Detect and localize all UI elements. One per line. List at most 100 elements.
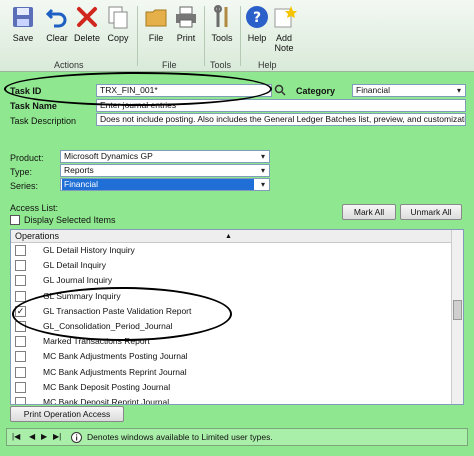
svg-text:?: ? [253, 10, 261, 26]
item-checkbox[interactable] [15, 336, 26, 348]
clear-button[interactable]: Clear [42, 4, 72, 43]
list-scrollbar[interactable] [451, 230, 463, 404]
item-checkbox[interactable] [15, 260, 26, 272]
add-note-label-2: Note [274, 43, 294, 53]
category-select[interactable]: Financial ▾ [352, 84, 466, 97]
scrollbar-thumb[interactable] [453, 300, 462, 320]
group-tools-label: Tools [210, 60, 232, 70]
unmark-all-button[interactable]: Unmark All [400, 204, 462, 220]
list-item[interactable]: GL Detail Inquiry [11, 258, 463, 273]
tools-label: Tools [211, 33, 233, 43]
item-label: MC Bank Adjustments Reprint Journal [43, 366, 187, 377]
type-select[interactable]: Reports ▾ [60, 164, 270, 177]
item-label: MC Bank Deposit Reprint Journal [43, 396, 170, 405]
help-label: Help [247, 33, 267, 43]
help-icon: ? [246, 6, 268, 28]
annotation-ellipse-gl-rows [12, 287, 232, 341]
list-item[interactable]: GL Detail History Inquiry [11, 243, 463, 258]
annotation-ellipse-task-id [4, 72, 272, 106]
info-icon [71, 432, 82, 443]
delete-label: Delete [73, 33, 100, 43]
display-selected-label: Display Selected Items [24, 215, 116, 225]
copy-icon [108, 6, 128, 29]
task-description-label: Task Description [10, 116, 77, 126]
save-button[interactable]: Save [8, 4, 38, 43]
list-item[interactable]: MC Bank Deposit Posting Journal [11, 380, 463, 395]
print-icon [176, 6, 196, 28]
lookup-icon[interactable] [274, 84, 286, 96]
next-record-icon[interactable]: ▶ [41, 432, 47, 441]
first-record-icon[interactable]: |◀ [12, 432, 20, 441]
separator [204, 6, 205, 66]
item-checkbox[interactable] [15, 275, 26, 287]
file-label: File [148, 33, 164, 43]
clear-icon [45, 8, 67, 28]
item-label: MC Bank Adjustments Posting Journal [43, 351, 188, 362]
access-list-label: Access List: [10, 203, 59, 213]
add-note-label-1: Add [275, 33, 292, 43]
item-label: MC Bank Deposit Posting Journal [43, 381, 171, 392]
status-bar: |◀ ◀ ▶ ▶| Denotes windows available to L… [6, 428, 468, 446]
add-note-button[interactable]: Add Note [270, 4, 298, 53]
delete-button[interactable]: Delete [72, 4, 102, 43]
item-label: GL Detail History Inquiry [43, 245, 135, 255]
print-button[interactable]: Print [172, 4, 200, 43]
operations-header-label: Operations [15, 231, 60, 241]
print-operation-access-button[interactable]: Print Operation Access [10, 406, 124, 422]
type-value: Reports [64, 165, 94, 175]
separator [137, 6, 138, 66]
sort-ascending-icon: ▲ [225, 233, 232, 240]
series-label: Series: [10, 181, 39, 191]
save-label: Save [12, 33, 34, 43]
print-label: Print [176, 33, 196, 43]
series-value: Financial [62, 179, 254, 190]
chevron-down-icon: ▾ [260, 180, 265, 189]
product-label: Product: [10, 153, 44, 163]
product-select[interactable]: Microsoft Dynamics GP ▾ [60, 150, 270, 163]
tools-button[interactable]: Tools [208, 4, 236, 43]
operations-column-header[interactable]: Operations ▲ [11, 230, 463, 243]
item-checkbox[interactable] [15, 245, 26, 256]
chevron-down-icon: ▾ [456, 86, 461, 95]
task-name-label: Task Name [10, 101, 57, 111]
item-checkbox[interactable] [15, 351, 26, 363]
type-label: Type: [10, 167, 33, 177]
item-label: GL Detail Inquiry [43, 260, 106, 271]
chevron-down-icon: ▾ [260, 166, 265, 175]
item-checkbox[interactable] [15, 396, 26, 404]
clear-label: Clear [46, 33, 68, 43]
series-select[interactable]: Financial ▾ [60, 178, 270, 191]
save-icon [13, 7, 33, 27]
group-help-label: Help [258, 60, 277, 70]
file-button[interactable]: File [142, 4, 170, 43]
category-label: Category [296, 86, 336, 96]
task-description-field[interactable]: Does not include posting. Also includes … [96, 113, 466, 126]
list-item[interactable]: MC Bank Adjustments Reprint Journal [11, 365, 463, 380]
copy-label: Copy [107, 33, 129, 43]
delete-icon [77, 7, 97, 27]
add-note-icon [274, 6, 297, 28]
item-checkbox[interactable] [15, 381, 26, 393]
list-item[interactable]: GL Journal Inquiry [11, 273, 463, 288]
display-selected-checkbox[interactable] [10, 215, 20, 225]
last-record-icon[interactable]: ▶| [53, 432, 61, 441]
group-file-label: File [162, 60, 177, 70]
list-item[interactable]: MC Bank Deposit Reprint Journal [11, 395, 463, 405]
mark-all-button[interactable]: Mark All [342, 204, 396, 220]
file-icon [145, 9, 167, 27]
category-value: Financial [356, 85, 391, 95]
copy-button[interactable]: Copy [104, 4, 132, 43]
separator [240, 6, 241, 66]
tools-icon [214, 5, 228, 27]
chevron-down-icon: ▾ [260, 152, 265, 161]
help-button[interactable]: ? Help [244, 4, 270, 43]
product-value: Microsoft Dynamics GP [64, 151, 153, 161]
item-label: GL Journal Inquiry [43, 275, 113, 286]
item-checkbox[interactable] [15, 366, 26, 378]
previous-record-icon[interactable]: ◀ [29, 432, 35, 441]
list-item[interactable]: MC Bank Adjustments Posting Journal [11, 349, 463, 364]
status-text: Denotes windows available to Limited use… [87, 432, 273, 442]
group-actions-label: Actions [54, 60, 84, 70]
item-checkbox[interactable] [15, 290, 26, 302]
toolbar: Save Clear Delete Copy Actions File Prin… [0, 0, 474, 72]
